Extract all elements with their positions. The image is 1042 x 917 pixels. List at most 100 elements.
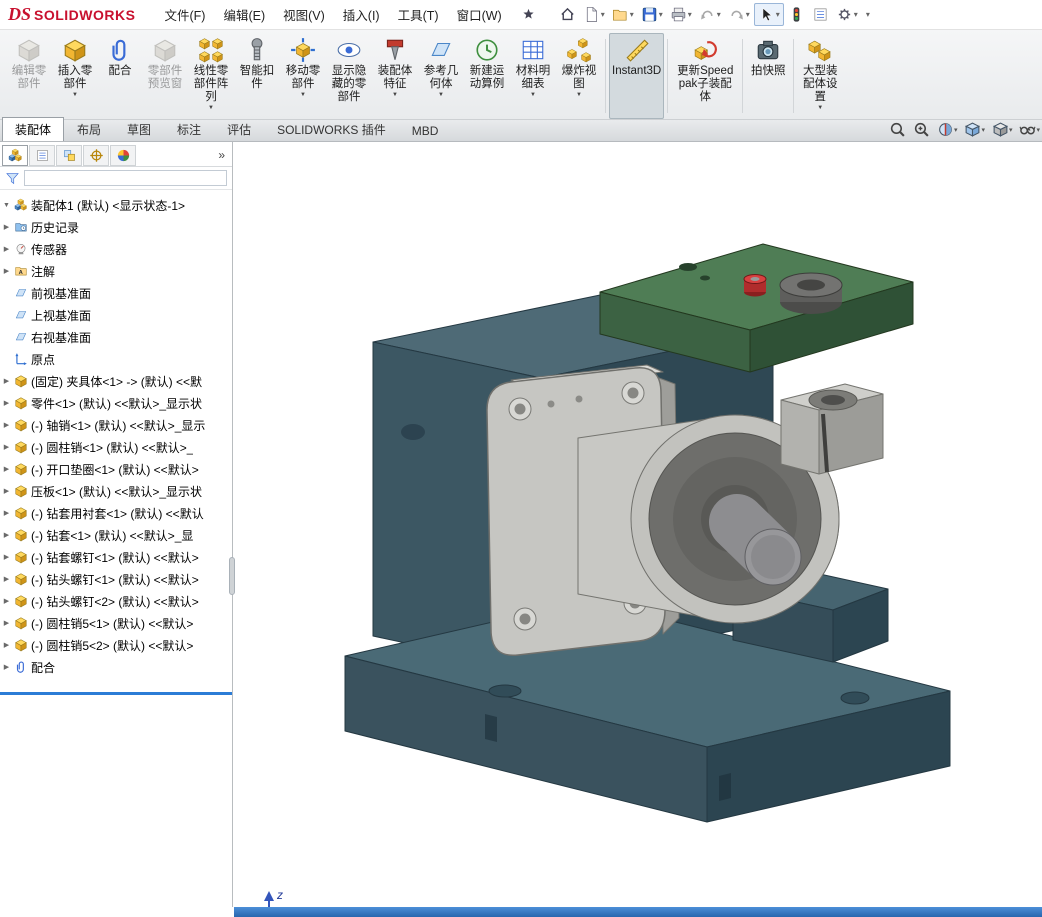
- expand-caret[interactable]: [2, 641, 11, 649]
- show-hidden-components-button[interactable]: 显示隐藏的零部件: [326, 33, 372, 119]
- tab-evaluate[interactable]: 评估: [214, 117, 264, 141]
- expand-caret[interactable]: [2, 597, 11, 605]
- tree-item-history[interactable]: 历史记录: [2, 216, 232, 238]
- exploded-view-button[interactable]: 爆炸视图: [556, 33, 602, 119]
- expand-caret[interactable]: [2, 377, 11, 385]
- tab-assembly[interactable]: 装配体: [2, 117, 64, 141]
- reference-geometry-button[interactable]: 参考几何体: [418, 33, 464, 119]
- view-orientation-icon[interactable]: [964, 121, 985, 138]
- tree-item-component[interactable]: 零件<1> (默认) <<默认>_显示状: [2, 392, 232, 414]
- update-speedpak-button[interactable]: 更新Speedpak子装配体: [671, 33, 739, 119]
- tab-layout[interactable]: 布局: [64, 117, 114, 141]
- expand-caret[interactable]: [2, 267, 11, 275]
- assembly-features-button[interactable]: 装配体特征: [372, 33, 418, 119]
- tree-item-component[interactable]: (-) 圆柱销<1> (默认) <<默认>_: [2, 436, 232, 458]
- edit-component-button[interactable]: 编辑零部件: [6, 33, 52, 119]
- tab-sketch[interactable]: 草图: [114, 117, 164, 141]
- tree-item-right-plane[interactable]: 右视基准面: [2, 326, 232, 348]
- large-assembly-settings-button[interactable]: 大型装配体设置: [797, 33, 843, 119]
- tree-filter-input[interactable]: [24, 170, 227, 186]
- tab-propertymanager[interactable]: [29, 145, 55, 166]
- section-view-icon[interactable]: [937, 121, 958, 138]
- viewport-3d[interactable]: z: [233, 142, 1042, 907]
- model-gray-boss[interactable]: [780, 273, 842, 314]
- bill-of-materials-button[interactable]: 材料明细表: [510, 33, 556, 119]
- tab-dimxpertmanager[interactable]: [83, 145, 109, 166]
- menu-insert[interactable]: 插入(I): [334, 0, 389, 29]
- tab-solidworks-addins[interactable]: SOLIDWORKS 插件: [264, 117, 399, 141]
- panel-expand-chevron[interactable]: [213, 148, 230, 162]
- tree-item-annotations[interactable]: 注解: [2, 260, 232, 282]
- task-list-icon[interactable]: [809, 4, 832, 25]
- undo-icon[interactable]: [696, 4, 724, 25]
- expand-caret[interactable]: [2, 575, 11, 583]
- home-icon[interactable]: [556, 4, 579, 25]
- display-style-icon[interactable]: [992, 121, 1013, 138]
- tree-item-component[interactable]: (固定) 夹具体<1> -> (默认) <<默: [2, 370, 232, 392]
- more-options-caret[interactable]: [862, 8, 873, 21]
- expand-caret[interactable]: [2, 245, 11, 253]
- tab-displaymanager[interactable]: [110, 145, 136, 166]
- save-icon[interactable]: [638, 4, 666, 25]
- menu-view[interactable]: 视图(V): [274, 0, 334, 29]
- options-gear-icon[interactable]: [833, 4, 861, 25]
- resources-star-icon[interactable]: [521, 7, 536, 22]
- expand-caret[interactable]: [2, 487, 11, 495]
- smart-fasteners-button[interactable]: 智能扣件: [234, 33, 280, 119]
- menu-tools[interactable]: 工具(T): [389, 0, 448, 29]
- tree-item-component[interactable]: (-) 开口垫圈<1> (默认) <<默认>: [2, 458, 232, 480]
- select-arrow-icon[interactable]: [754, 3, 784, 26]
- tab-featuremanager-tree[interactable]: [2, 145, 28, 166]
- move-component-button[interactable]: 移动零部件: [280, 33, 326, 119]
- component-preview-button[interactable]: 零部件预览窗: [142, 33, 188, 119]
- tab-configurationmanager[interactable]: [56, 145, 82, 166]
- tree-item-component[interactable]: (-) 圆柱销5<2> (默认) <<默认>: [2, 634, 232, 656]
- tree-item-origin[interactable]: 原点: [2, 348, 232, 370]
- tree-item-front-plane[interactable]: 前视基准面: [2, 282, 232, 304]
- tree-item-component[interactable]: (-) 钻套螺钉<1> (默认) <<默认>: [2, 546, 232, 568]
- expand-caret[interactable]: [2, 443, 11, 451]
- insert-component-button[interactable]: 插入零部件: [52, 33, 98, 119]
- tree-item-component[interactable]: (-) 圆柱销5<1> (默认) <<默认>: [2, 612, 232, 634]
- tree-item-assembly-root[interactable]: 装配体1 (默认) <显示状态-1>: [2, 194, 232, 216]
- print-icon[interactable]: [667, 4, 695, 25]
- filter-funnel-icon[interactable]: [5, 171, 20, 186]
- panel-resize-grip[interactable]: [229, 557, 235, 595]
- menu-window[interactable]: 窗口(W): [448, 0, 511, 29]
- tree-item-component[interactable]: (-) 轴销<1> (默认) <<默认>_显示: [2, 414, 232, 436]
- redo-icon[interactable]: [725, 4, 753, 25]
- expand-caret[interactable]: [2, 465, 11, 473]
- tree-item-component[interactable]: (-) 钻头螺钉<2> (默认) <<默认>: [2, 590, 232, 612]
- new-motion-study-button[interactable]: 新建运动算例: [464, 33, 510, 119]
- tree-item-component[interactable]: (-) 钻套用衬套<1> (默认) <<默认: [2, 502, 232, 524]
- model-red-knob[interactable]: [744, 275, 766, 297]
- menu-edit[interactable]: 编辑(E): [214, 0, 274, 29]
- expand-caret[interactable]: [2, 202, 11, 209]
- tree-item-mates[interactable]: 配合: [2, 656, 232, 678]
- expand-caret[interactable]: [2, 223, 11, 231]
- tree-item-component[interactable]: (-) 钻套<1> (默认) <<默认>_显: [2, 524, 232, 546]
- zoom-fit-icon[interactable]: [889, 121, 906, 138]
- tab-markup[interactable]: 标注: [164, 117, 214, 141]
- expand-caret[interactable]: [2, 531, 11, 539]
- tree-item-top-plane[interactable]: 上视基准面: [2, 304, 232, 326]
- tree-item-component[interactable]: 压板<1> (默认) <<默认>_显示状: [2, 480, 232, 502]
- expand-caret[interactable]: [2, 399, 11, 407]
- instant3d-button[interactable]: Instant3D: [609, 33, 664, 119]
- expand-caret[interactable]: [2, 421, 11, 429]
- hide-show-items-icon[interactable]: [1019, 121, 1040, 138]
- expand-caret[interactable]: [2, 619, 11, 627]
- take-snapshot-button[interactable]: 拍快照: [746, 33, 790, 119]
- mate-button[interactable]: 配合: [98, 33, 142, 119]
- tree-item-component[interactable]: (-) 钻头螺钉<1> (默认) <<默认>: [2, 568, 232, 590]
- tab-mbd[interactable]: MBD: [399, 120, 452, 141]
- open-document-icon[interactable]: [609, 4, 637, 25]
- expand-caret[interactable]: [2, 509, 11, 517]
- zoom-to-area-icon[interactable]: [913, 121, 930, 138]
- tree-item-sensors[interactable]: 传感器: [2, 238, 232, 260]
- linear-component-pattern-button[interactable]: 线性零部件阵列: [188, 33, 234, 119]
- expand-caret[interactable]: [2, 553, 11, 561]
- new-document-icon[interactable]: [580, 4, 608, 25]
- rebuild-traffic-light-icon[interactable]: [785, 4, 808, 25]
- menu-file[interactable]: 文件(F): [155, 0, 214, 29]
